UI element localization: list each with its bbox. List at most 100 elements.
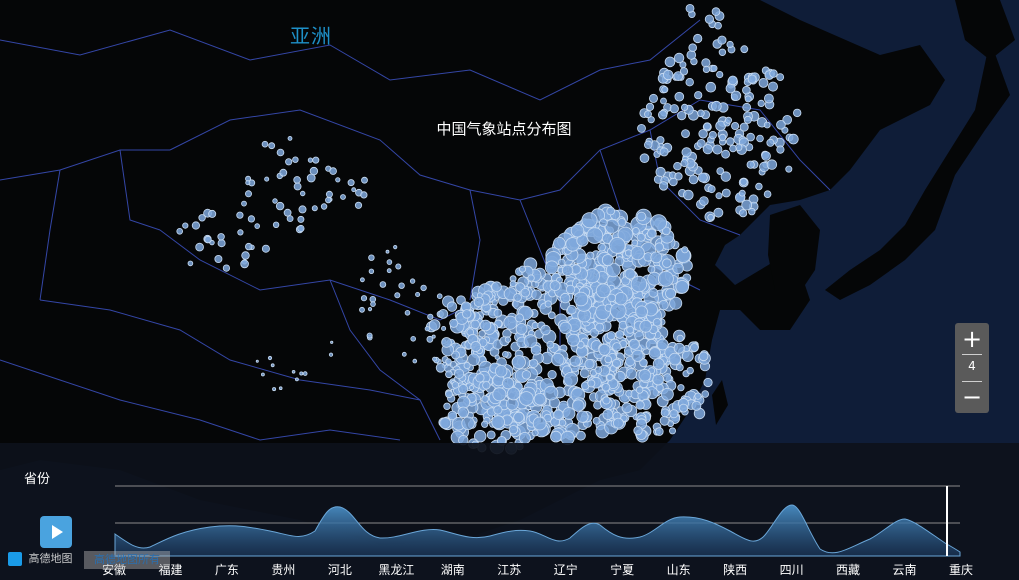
station-point[interactable] (260, 372, 265, 377)
station-point[interactable] (659, 147, 669, 157)
station-point[interactable] (532, 416, 547, 431)
station-point[interactable] (644, 110, 652, 119)
station-point[interactable] (553, 237, 566, 250)
station-point[interactable] (606, 206, 615, 216)
station-point[interactable] (688, 174, 699, 185)
station-point[interactable] (247, 215, 255, 223)
station-point[interactable] (679, 403, 688, 413)
station-point[interactable] (298, 205, 307, 214)
station-point[interactable] (351, 187, 357, 193)
station-point[interactable] (270, 363, 275, 368)
station-point[interactable] (521, 370, 532, 380)
station-point[interactable] (385, 249, 390, 254)
station-point[interactable] (576, 430, 586, 441)
station-point[interactable] (264, 176, 270, 182)
station-point[interactable] (601, 254, 614, 267)
station-point[interactable] (677, 384, 685, 392)
station-point[interactable] (776, 145, 785, 154)
station-point[interactable] (562, 407, 576, 420)
station-point[interactable] (628, 338, 640, 350)
station-point[interactable] (395, 263, 402, 270)
station-point[interactable] (602, 396, 611, 405)
station-point[interactable] (727, 75, 738, 86)
station-point[interactable] (669, 104, 679, 114)
station-point[interactable] (293, 182, 302, 191)
station-point[interactable] (354, 201, 363, 209)
station-point[interactable] (261, 244, 270, 253)
timeline-axis-label[interactable]: 江苏 (497, 561, 521, 578)
station-point[interactable] (393, 245, 398, 250)
station-point[interactable] (325, 196, 332, 204)
station-point[interactable] (635, 305, 648, 319)
station-point[interactable] (711, 100, 722, 112)
station-point[interactable] (428, 319, 441, 331)
station-point[interactable] (299, 371, 304, 376)
station-point[interactable] (401, 351, 407, 357)
station-point[interactable] (493, 308, 503, 318)
station-point[interactable] (254, 223, 261, 229)
station-point[interactable] (558, 418, 567, 427)
station-point[interactable] (744, 95, 752, 103)
station-point[interactable] (476, 292, 483, 299)
station-point[interactable] (520, 288, 531, 298)
station-point[interactable] (294, 377, 299, 382)
station-point[interactable] (669, 409, 679, 419)
station-point[interactable] (367, 306, 373, 312)
timeline-axis-label[interactable]: 河北 (328, 561, 352, 578)
station-point[interactable] (766, 159, 778, 170)
station-point[interactable] (268, 142, 276, 150)
station-point[interactable] (705, 81, 717, 93)
station-point[interactable] (563, 371, 579, 387)
station-point[interactable] (631, 239, 639, 247)
station-point[interactable] (576, 410, 589, 423)
station-point[interactable] (461, 416, 475, 431)
station-point[interactable] (707, 213, 715, 221)
station-point[interactable] (680, 159, 689, 168)
station-point[interactable] (470, 341, 482, 352)
station-point[interactable] (581, 212, 598, 229)
station-point[interactable] (297, 215, 305, 223)
station-point[interactable] (635, 386, 644, 394)
station-point[interactable] (673, 342, 685, 354)
station-point[interactable] (699, 196, 709, 206)
station-point[interactable] (726, 40, 734, 49)
station-point[interactable] (217, 239, 226, 248)
station-point[interactable] (681, 246, 689, 254)
station-point[interactable] (694, 392, 702, 400)
station-point[interactable] (495, 365, 508, 378)
station-point[interactable] (615, 330, 625, 339)
station-point[interactable] (612, 358, 622, 368)
station-point[interactable] (493, 405, 503, 415)
station-point[interactable] (261, 140, 269, 148)
station-point[interactable] (549, 280, 561, 292)
timeline-axis-label[interactable]: 云南 (893, 561, 917, 578)
station-point[interactable] (718, 48, 727, 56)
station-point[interactable] (614, 292, 628, 306)
station-point[interactable] (712, 144, 723, 155)
station-point[interactable] (481, 420, 489, 428)
station-point[interactable] (553, 409, 564, 420)
station-point[interactable] (409, 278, 416, 284)
station-point[interactable] (608, 237, 626, 254)
station-point[interactable] (486, 430, 496, 440)
station-point[interactable] (650, 251, 663, 264)
station-point[interactable] (504, 336, 512, 343)
station-point[interactable] (359, 277, 365, 283)
station-point[interactable] (662, 258, 672, 269)
station-point[interactable] (569, 355, 581, 367)
station-point[interactable] (236, 211, 244, 219)
station-point[interactable] (360, 295, 368, 302)
station-point[interactable] (685, 3, 695, 13)
station-point[interactable] (565, 284, 576, 295)
station-point[interactable] (595, 283, 611, 299)
timeline-axis-label[interactable]: 陕西 (723, 561, 747, 578)
station-point[interactable] (457, 406, 470, 419)
station-point[interactable] (492, 387, 507, 402)
station-point[interactable] (763, 190, 772, 199)
station-point[interactable] (340, 194, 346, 200)
timeline-axis-label[interactable]: 贵州 (271, 561, 295, 578)
station-point[interactable] (325, 190, 333, 198)
station-point[interactable] (598, 343, 611, 356)
station-point[interactable] (648, 287, 659, 298)
station-point[interactable] (668, 352, 682, 366)
